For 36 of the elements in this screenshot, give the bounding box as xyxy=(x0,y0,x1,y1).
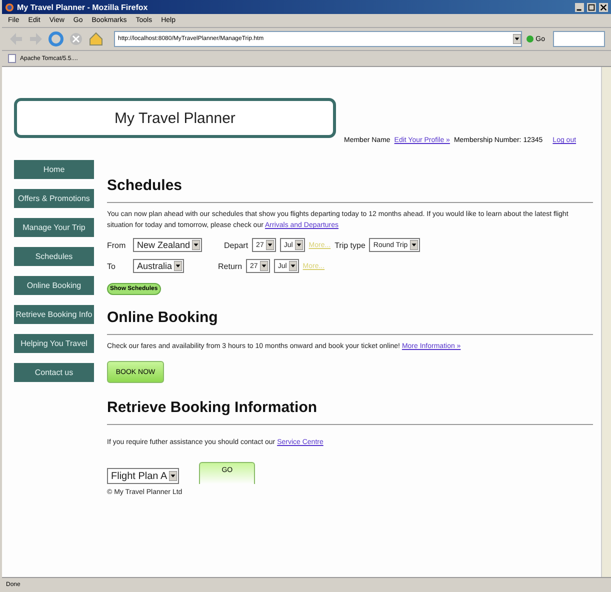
trip-type-label: Trip type xyxy=(334,240,366,250)
dropdown-arrow-icon[interactable] xyxy=(260,261,268,271)
section-heading: Schedules xyxy=(107,177,184,194)
dropdown-arrow-icon[interactable] xyxy=(512,34,521,44)
minimize-icon[interactable] xyxy=(575,2,584,12)
sidebar-item[interactable]: Offers & Promotions xyxy=(14,189,94,208)
sidebar-item[interactable]: Home xyxy=(14,160,94,179)
dropdown-arrow-icon[interactable] xyxy=(410,240,418,250)
window-title: My Travel Planner - Mozilla Firefox xyxy=(17,2,149,12)
dropdown-arrow-icon[interactable] xyxy=(192,240,200,250)
sidebar-item[interactable]: Manage Your Trip xyxy=(14,218,94,237)
dropdown-field[interactable]: Australia xyxy=(133,259,184,273)
dropdown-arrow-icon[interactable] xyxy=(169,471,178,481)
depart-label: Depart xyxy=(224,240,248,250)
dropdown-arrow-icon[interactable] xyxy=(288,261,297,271)
to-label: To xyxy=(107,262,116,270)
sidebar-item[interactable]: Online Booking xyxy=(14,276,94,295)
flight-plan-dropdown[interactable]: Flight Plan A xyxy=(107,468,180,484)
sidebar-item[interactable]: Schedules xyxy=(14,247,94,266)
sidebar-item[interactable]: Contact us xyxy=(14,363,94,382)
section-heading: Online Booking xyxy=(107,309,219,326)
sidebar-item[interactable]: Retrieve Booking Info xyxy=(14,305,94,324)
search-field[interactable] xyxy=(553,31,605,47)
dropdown-field[interactable]: New Zealand xyxy=(133,238,202,252)
page-icon xyxy=(8,54,16,63)
dropdown-arrow-icon[interactable] xyxy=(266,240,274,250)
dropdown-arrow-icon[interactable] xyxy=(294,240,303,250)
dropdown-arrow-icon[interactable] xyxy=(174,261,182,271)
close-icon[interactable] xyxy=(599,2,608,12)
sidebar-item[interactable]: Helping You Travel xyxy=(14,334,94,353)
browser-icon xyxy=(5,2,14,12)
return-label: Return xyxy=(218,262,242,270)
section-heading: Retrieve Booking Information xyxy=(107,399,318,416)
maximize-icon[interactable] xyxy=(587,2,596,12)
from-label: From xyxy=(107,240,127,250)
site-logo: My Travel Planner xyxy=(14,98,336,138)
